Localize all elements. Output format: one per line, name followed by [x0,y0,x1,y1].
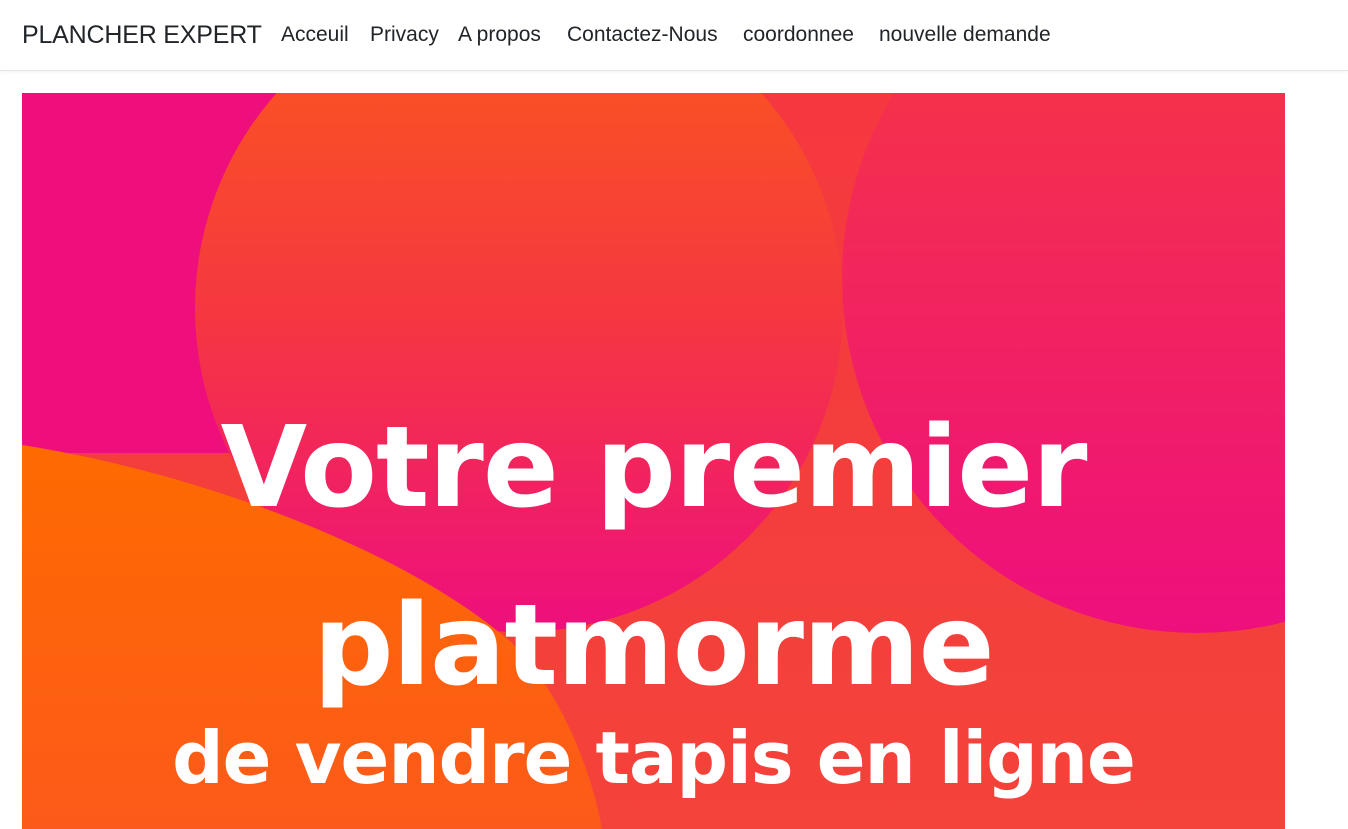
hero-banner: Votre premier platmorme de vendre tapis … [22,93,1285,829]
nav-link-privacy[interactable]: Privacy [370,21,439,49]
hero-headline-line-1: Votre premier [220,403,1088,533]
hero-subheadline: de vendre tapis en ligne [172,716,1136,800]
top-navbar: PLANCHER EXPERT Acceuil Privacy A propos… [0,0,1348,71]
brand-logo-link[interactable]: PLANCHER EXPERT [22,19,262,51]
nav-link-nouvelle-demande[interactable]: nouvelle demande [879,21,1051,49]
nav-link-coordonnee[interactable]: coordonnee [743,21,854,49]
nav-link-acceuil[interactable]: Acceuil [281,21,349,49]
nav-link-contactez-nous[interactable]: Contactez-Nous [567,21,718,49]
hero-headline-line-2: platmorme [313,581,994,711]
nav-link-a-propos[interactable]: A propos [458,21,541,49]
